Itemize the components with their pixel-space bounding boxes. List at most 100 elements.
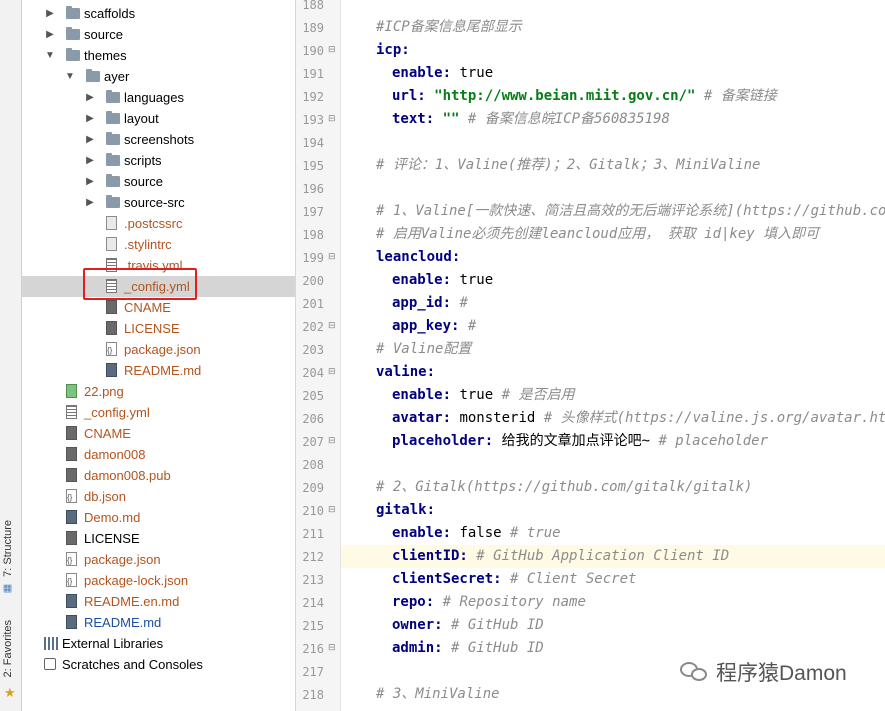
yaml-key: clientSecret:: [392, 571, 502, 587]
tree-file-row[interactable]: damon008: [22, 444, 295, 465]
json-file-icon: [66, 571, 77, 592]
tree-folder-row[interactable]: ▼ themes: [22, 45, 295, 66]
chevron-right-icon[interactable]: ▶: [84, 108, 96, 129]
code-line[interactable]: icp:: [341, 39, 885, 62]
code-line[interactable]: [341, 0, 885, 16]
code-line[interactable]: enable: true: [341, 269, 885, 292]
tree-item-label: LICENSE: [124, 321, 180, 336]
code-line[interactable]: # 评论：1、Valine(推荐)；2、Gitalk；3、MiniValine: [341, 154, 885, 177]
code-line[interactable]: enable: false # true: [341, 522, 885, 545]
tree-file-row[interactable]: db.json: [22, 486, 295, 508]
code-line[interactable]: gitalk:: [341, 499, 885, 522]
yaml-comment: # 2、Gitalk(https://github.com/gitalk/git…: [376, 479, 753, 495]
code-line[interactable]: #ICP备案信息尾部显示: [341, 16, 885, 39]
code-line[interactable]: app_id: #: [341, 292, 885, 315]
tree-folder-row[interactable]: ▶ source: [22, 24, 295, 45]
tree-folder-row[interactable]: ▶ scripts: [22, 150, 295, 171]
code-line[interactable]: app_key: #: [341, 315, 885, 338]
code-line[interactable]: placeholder: 给我的文章加点评论吧~ # placeholder: [341, 430, 885, 453]
chevron-right-icon[interactable]: ▶: [84, 192, 96, 213]
tree-file-row[interactable]: CNAME: [22, 423, 295, 444]
yaml-key: clientID:: [392, 548, 468, 564]
code-line[interactable]: leancloud:: [341, 246, 885, 269]
code-line[interactable]: clientID: # GitHub Application Client ID: [341, 545, 885, 568]
code-line[interactable]: # 1、Valine[一款快速、简洁且高效的无后端评论系统](https://g…: [341, 200, 885, 223]
fold-marker-icon[interactable]: ⊟: [328, 252, 336, 262]
chevron-right-icon[interactable]: ▶: [84, 129, 96, 150]
tree-file-row[interactable]: CNAME: [22, 297, 295, 318]
structure-tool-tab[interactable]: ▦ 7: Structure: [2, 520, 14, 594]
chevron-right-icon[interactable]: ▶: [84, 171, 96, 192]
star-icon: ★: [4, 686, 16, 701]
tree-item-label: README.md: [124, 363, 202, 378]
code-line[interactable]: [341, 131, 885, 154]
fold-marker-icon[interactable]: ⊟: [328, 643, 336, 653]
structure-icon: ▦: [2, 582, 13, 594]
markdown-file-icon: [66, 510, 77, 524]
tree-folder-row[interactable]: ▶ languages: [22, 87, 295, 108]
code-line[interactable]: [341, 177, 885, 200]
tree-file-row[interactable]: Demo.md: [22, 507, 295, 528]
yaml-key: icp:: [376, 42, 410, 58]
tree-file-row[interactable]: package-lock.json: [22, 570, 295, 592]
tree-file-row[interactable]: README.md: [22, 612, 295, 633]
chevron-down-icon[interactable]: ▼: [64, 66, 76, 87]
scratches-row[interactable]: Scratches and Consoles: [22, 654, 295, 675]
code-line[interactable]: # Valine配置: [341, 338, 885, 361]
yaml-comment: # placeholder: [650, 433, 769, 449]
tree-folder-row[interactable]: ▶ layout: [22, 108, 295, 129]
tree-item-label: languages: [124, 90, 184, 105]
yaml-comment: # Repository name: [434, 594, 586, 610]
chevron-right-icon[interactable]: ▶: [44, 3, 56, 24]
code-editor[interactable]: #ICP备案信息尾部显示 icp: enable: true url: "http:/…: [341, 0, 885, 711]
tree-file-row[interactable]: .postcssrc: [22, 213, 295, 234]
yaml-key: app_id:: [392, 295, 452, 311]
code-line[interactable]: enable: true # 是否启用: [341, 384, 885, 407]
tree-folder-row[interactable]: ▶ scaffolds: [22, 3, 295, 24]
code-line[interactable]: clientSecret: # Client Secret: [341, 568, 885, 591]
favorites-tool-tab[interactable]: 2: Favorites: [2, 620, 14, 677]
code-line[interactable]: enable: true: [341, 62, 885, 85]
line-number: 201: [302, 297, 324, 311]
tree-folder-row[interactable]: ▶ screenshots: [22, 129, 295, 150]
tree-file-row[interactable]: README.en.md: [22, 591, 295, 612]
tree-file-row[interactable]: package.json: [22, 339, 295, 361]
fold-marker-icon[interactable]: ⊟: [328, 505, 336, 515]
code-line[interactable]: repo: # Repository name: [341, 591, 885, 614]
tree-file-row[interactable]: LICENSE: [22, 528, 295, 549]
chevron-down-icon[interactable]: ▼: [44, 45, 56, 66]
tree-folder-row[interactable]: ▼ ayer: [22, 66, 295, 87]
tree-file-row[interactable]: 22.png: [22, 381, 295, 402]
chevron-right-icon[interactable]: ▶: [84, 150, 96, 171]
tree-file-row[interactable]: damon008.pub: [22, 465, 295, 486]
tree-file-row[interactable]: package.json: [22, 549, 295, 571]
yaml-value: 给我的文章加点评论吧~: [493, 433, 651, 449]
code-line[interactable]: # 启用Valine必须先创建leancloud应用， 获取 id|key 填入…: [341, 223, 885, 246]
chevron-right-icon[interactable]: ▶: [84, 87, 96, 108]
external-libraries-row[interactable]: External Libraries: [22, 633, 295, 654]
fold-marker-icon[interactable]: ⊟: [328, 436, 336, 446]
chevron-right-icon[interactable]: ▶: [44, 24, 56, 45]
code-line[interactable]: url: "http://www.beian.miit.gov.cn/" # 备…: [341, 85, 885, 108]
code-line[interactable]: avatar: monsterid # 头像样式(https://valine.…: [341, 407, 885, 430]
line-number: 216: [302, 642, 324, 656]
line-number: 198: [302, 228, 324, 242]
fold-marker-icon[interactable]: ⊟: [328, 114, 336, 124]
tree-folder-row[interactable]: ▶ source-src: [22, 192, 295, 213]
fold-marker-icon[interactable]: ⊟: [328, 45, 336, 55]
fold-marker-icon[interactable]: ⊟: [328, 367, 336, 377]
code-line[interactable]: text: "" # 备案信息皖ICP备560835198: [341, 108, 885, 131]
folder-icon: [106, 132, 120, 145]
code-line[interactable]: owner: # GitHub ID: [341, 614, 885, 637]
tree-folder-row[interactable]: ▶ source: [22, 171, 295, 192]
fold-marker-icon[interactable]: ⊟: [328, 321, 336, 331]
tree-file-row[interactable]: README.md: [22, 360, 295, 381]
code-line[interactable]: # 2、Gitalk(https://github.com/gitalk/git…: [341, 476, 885, 499]
tree-file-row[interactable]: .stylintrc: [22, 234, 295, 255]
code-line[interactable]: valine:: [341, 361, 885, 384]
line-number: 188: [302, 0, 324, 12]
code-line[interactable]: [341, 453, 885, 476]
tree-file-row[interactable]: LICENSE: [22, 318, 295, 339]
tree-file-row[interactable]: _config.yml: [22, 402, 295, 423]
line-number: 194: [302, 136, 324, 150]
